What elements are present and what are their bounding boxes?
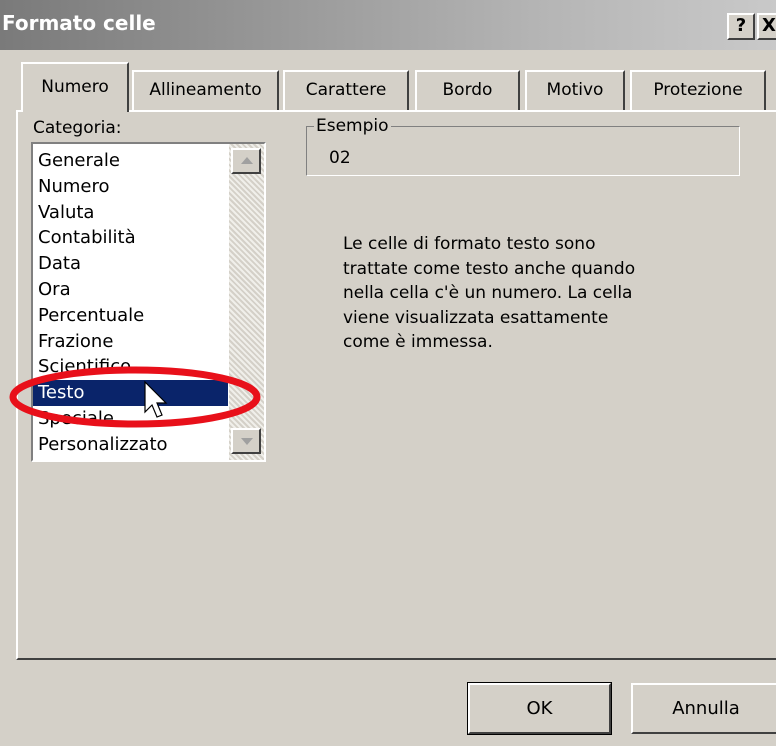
ok-button[interactable]: OK xyxy=(467,682,612,735)
tab-bordo[interactable]: Bordo xyxy=(415,70,520,110)
list-item-percentuale[interactable]: Percentuale xyxy=(33,303,228,329)
help-button[interactable]: ? xyxy=(727,13,755,40)
window-title: Formato celle xyxy=(2,11,156,35)
list-item-numero[interactable]: Numero xyxy=(33,174,228,200)
close-button[interactable]: X xyxy=(757,13,776,40)
list-item-speciale[interactable]: Speciale xyxy=(33,406,228,432)
list-item-frazione[interactable]: Frazione xyxy=(33,329,228,355)
list-item-ora[interactable]: Ora xyxy=(33,277,228,303)
scroll-down-button[interactable] xyxy=(231,428,261,454)
cancel-button[interactable]: Annulla xyxy=(631,683,776,734)
list-item-scientifico[interactable]: Scientifico xyxy=(33,354,228,380)
list-item-data[interactable]: Data xyxy=(33,251,228,277)
description-line: Le celle di formato testo sono xyxy=(343,234,596,254)
description-line: come è immessa. xyxy=(343,332,493,352)
description-line: trattate come testo anche quando xyxy=(343,258,636,279)
list-scrollbar[interactable] xyxy=(229,144,264,460)
sample-value: 02 xyxy=(329,148,351,168)
list-item-generale[interactable]: Generale xyxy=(33,148,228,174)
tab-motivo[interactable]: Motivo xyxy=(525,70,625,110)
list-item-testo[interactable]: Testo xyxy=(33,380,228,406)
arrow-up-icon xyxy=(241,157,253,164)
tab-carattere[interactable]: Carattere xyxy=(283,70,409,110)
arrow-down-icon xyxy=(241,438,253,445)
sample-legend: Esempio xyxy=(314,116,391,136)
description-line: nella cella c'è un numero. La cella xyxy=(343,283,633,303)
tab-protezione[interactable]: Protezione xyxy=(630,70,766,110)
title-bar: Formato celle ? X xyxy=(0,0,776,50)
category-listbox[interactable]: Generale Numero Valuta Contabilità Data … xyxy=(31,142,266,462)
tab-allineamento[interactable]: Allineamento xyxy=(132,70,279,110)
description-line: viene visualizzata esattamente xyxy=(343,307,609,328)
scroll-up-button[interactable] xyxy=(231,148,261,174)
list-item-valuta[interactable]: Valuta xyxy=(33,200,228,226)
category-label: Categoria: xyxy=(33,118,122,138)
list-item-personalizzato[interactable]: Personalizzato xyxy=(33,432,228,458)
list-item-contabilita[interactable]: Contabilità xyxy=(33,225,228,251)
tab-numero[interactable]: Numero xyxy=(21,62,129,112)
format-description: Le celle di formato testo sono trattate … xyxy=(343,232,713,355)
